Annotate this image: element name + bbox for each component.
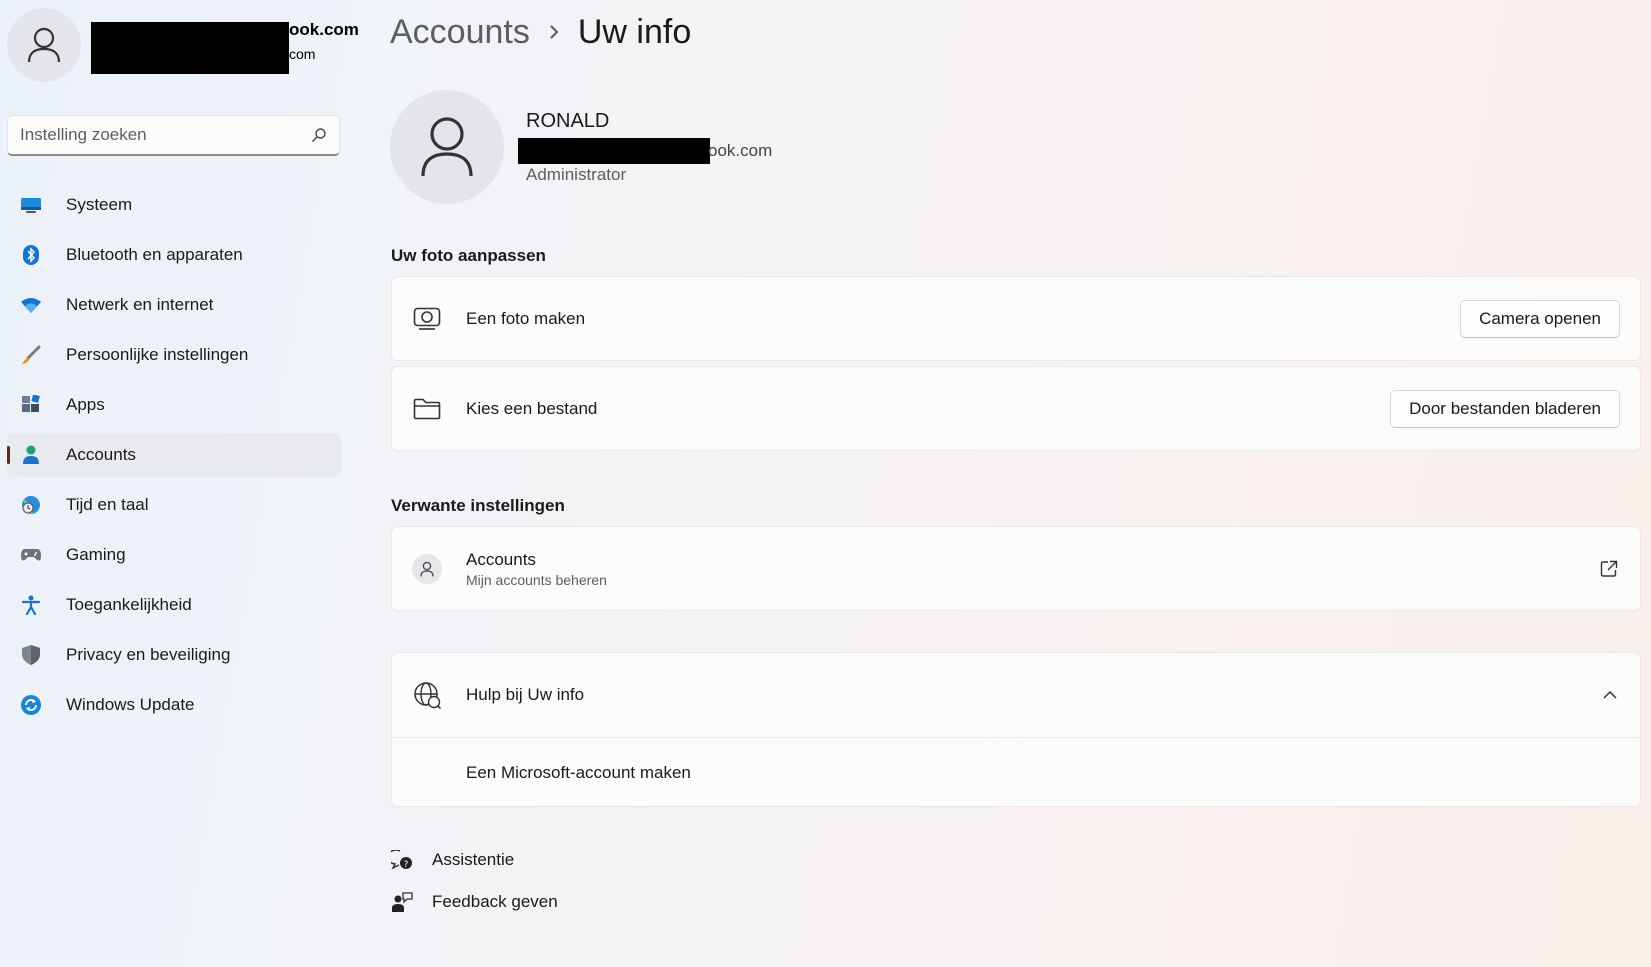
shield-icon: [21, 645, 41, 665]
folder-icon: [412, 398, 442, 420]
sidebar-item-label: Persoonlijke instellingen: [66, 345, 249, 364]
user-email-secondary: com: [289, 46, 316, 62]
camera-icon: [412, 307, 442, 331]
help-body: Een Microsoft-account maken: [392, 738, 1640, 808]
related-accounts-sub: Mijn accounts beheren: [466, 571, 607, 588]
person-icon: [421, 117, 473, 177]
bluetooth-icon: [21, 245, 41, 265]
sidebar-item-accounts[interactable]: Accounts: [7, 433, 341, 477]
wifi-icon: [21, 295, 41, 315]
sidebar-item-label: Privacy en beveiliging: [66, 645, 231, 664]
help-header[interactable]: Hulp bij Uw info: [392, 653, 1640, 738]
redacted-email: [518, 138, 710, 164]
svg-text:?: ?: [404, 860, 409, 870]
external-link-icon: [1600, 560, 1618, 578]
sidebar-item-apps[interactable]: Apps: [7, 383, 341, 427]
search-box[interactable]: [7, 115, 340, 156]
related-accounts-card[interactable]: Accounts Mijn accounts beheren: [391, 526, 1641, 611]
sidebar-item-windows-update[interactable]: Windows Update: [7, 683, 341, 727]
create-microsoft-account-link[interactable]: Een Microsoft-account maken: [466, 763, 691, 783]
person-icon: [21, 445, 41, 465]
help-title: Hulp bij Uw info: [466, 685, 585, 704]
search-icon[interactable]: [311, 127, 327, 143]
feedback-link[interactable]: Feedback geven: [391, 891, 558, 913]
sidebar-item-label: Gaming: [66, 545, 126, 564]
assist-link[interactable]: ? Assistentie: [391, 850, 514, 870]
sidebar: ook.com com Systeem Bluetooth en apparat…: [0, 0, 359, 967]
accounts-icon: [412, 553, 442, 584]
sidebar-item-label: Toegankelijkheid: [66, 595, 192, 614]
globe-help-icon: [412, 681, 442, 709]
brush-icon: [21, 345, 41, 365]
sidebar-item-label: Apps: [66, 395, 105, 414]
avatar: [7, 8, 81, 82]
user-card[interactable]: ook.com com: [7, 8, 361, 82]
browse-files-button[interactable]: Door bestanden bladeren: [1390, 389, 1620, 428]
profile-email-text: ook.com: [708, 141, 773, 160]
sidebar-item-tijd-taal[interactable]: Tijd en taal: [7, 483, 341, 527]
take-photo-label: Een foto maken: [466, 308, 586, 328]
breadcrumb-parent[interactable]: Accounts: [390, 13, 530, 52]
profile-avatar: [390, 90, 504, 204]
assist-label: Assistentie: [432, 850, 515, 869]
section-title-photo: Uw foto aanpassen: [391, 246, 546, 265]
globe-clock-icon: [21, 495, 41, 515]
help-chat-icon: ?: [391, 850, 413, 870]
sidebar-item-label: Systeem: [66, 195, 133, 214]
redacted-user-name: [91, 22, 289, 74]
choose-file-card: Kies een bestand Door bestanden bladeren: [391, 366, 1641, 451]
monitor-icon: [21, 195, 41, 215]
sidebar-item-bluetooth[interactable]: Bluetooth en apparaten: [7, 233, 341, 277]
feedback-label: Feedback geven: [432, 892, 558, 911]
profile-header: RONALD ook.com Administrator: [390, 90, 772, 204]
page-title: Uw info: [577, 12, 692, 51]
section-title-related: Verwante instellingen: [391, 496, 565, 515]
profile-name: RONALD: [526, 110, 610, 132]
take-photo-card: Een foto maken Camera openen: [391, 276, 1641, 361]
profile-email: ook.com: [518, 138, 788, 164]
sidebar-item-netwerk[interactable]: Netwerk en internet: [7, 283, 341, 327]
chevron-right-icon: [548, 23, 560, 41]
open-camera-button[interactable]: Camera openen: [1460, 299, 1620, 338]
nav-menu: Systeem Bluetooth en apparaten Netwerk e…: [7, 183, 341, 733]
profile-role: Administrator: [526, 165, 627, 184]
sidebar-item-toegankelijkheid[interactable]: Toegankelijkheid: [7, 583, 341, 627]
related-accounts-label: Accounts: [466, 549, 536, 569]
apps-icon: [21, 395, 41, 415]
user-email: ook.com: [289, 20, 359, 39]
update-icon: [21, 695, 41, 715]
sidebar-item-label: Windows Update: [66, 695, 195, 714]
chevron-up-icon[interactable]: [1602, 690, 1618, 700]
sidebar-item-label: Accounts: [66, 445, 136, 464]
sidebar-item-label: Bluetooth en apparaten: [66, 245, 243, 264]
feedback-icon: [391, 891, 413, 913]
breadcrumb: Accounts Uw info: [390, 10, 691, 54]
gamepad-icon: [21, 545, 41, 565]
sidebar-item-label: Tijd en taal: [66, 495, 149, 514]
sidebar-item-persoonlijk[interactable]: Persoonlijke instellingen: [7, 333, 341, 377]
help-card: Hulp bij Uw info Een Microsoft-account m…: [391, 652, 1641, 807]
sidebar-item-label: Netwerk en internet: [66, 295, 214, 314]
sidebar-item-privacy[interactable]: Privacy en beveiliging: [7, 633, 341, 677]
accessibility-icon: [21, 595, 41, 615]
sidebar-item-systeem[interactable]: Systeem: [7, 183, 341, 227]
sidebar-item-gaming[interactable]: Gaming: [7, 533, 341, 577]
search-input[interactable]: [20, 125, 311, 145]
person-icon: [27, 27, 61, 63]
choose-file-label: Kies een bestand: [466, 398, 598, 418]
